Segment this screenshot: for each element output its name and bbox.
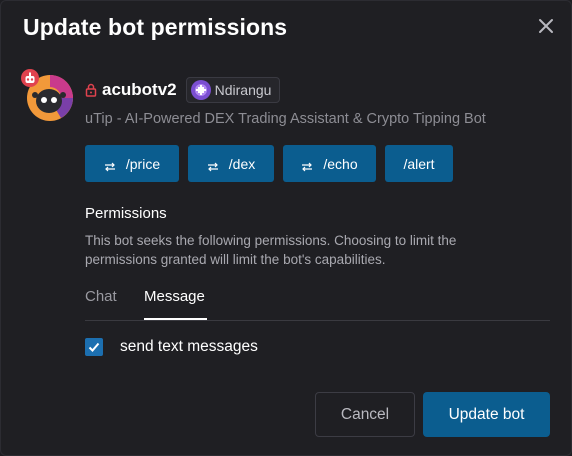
permission-tabs: Chat Message <box>85 288 550 321</box>
command-price-button[interactable]: /price <box>85 145 179 182</box>
command-label: /price <box>125 155 161 172</box>
bot-avatar <box>21 69 73 121</box>
permission-item: send text messages <box>85 338 258 356</box>
permissions-heading: Permissions <box>85 205 167 222</box>
command-label: /dex <box>228 155 256 172</box>
update-bot-button[interactable]: Update bot <box>423 392 550 437</box>
lock-icon <box>85 83 97 97</box>
tab-chat[interactable]: Chat <box>85 288 117 305</box>
tab-message[interactable]: Message <box>144 288 207 320</box>
command-echo-button[interactable]: /echo <box>283 145 376 182</box>
checkmark-icon <box>88 342 100 352</box>
swap-arrows-icon <box>301 159 313 171</box>
bot-name: acubotv2 <box>102 80 177 99</box>
owner-avatar <box>190 80 211 100</box>
owner-name: Ndirangu <box>214 82 272 98</box>
cancel-button[interactable]: Cancel <box>315 392 415 437</box>
bot-commands: /price /dex /echo /alert <box>85 145 462 182</box>
command-label: /echo <box>323 155 358 172</box>
command-alert-button[interactable]: /alert <box>385 145 453 182</box>
swap-arrows-icon <box>207 159 219 171</box>
permissions-description: This bot seeks the following permissions… <box>85 233 457 267</box>
swap-arrows-icon <box>104 159 116 171</box>
bot-description: uTip - AI-Powered DEX Trading Assistant … <box>85 111 486 127</box>
command-dex-button[interactable]: /dex <box>188 145 274 182</box>
command-label: /alert <box>403 155 435 172</box>
bot-name-row: acubotv2 Ndirangu <box>85 76 281 104</box>
close-icon[interactable] <box>535 15 557 37</box>
update-bot-permissions-dialog: Update bot permissions acubotv2 Ndirangu… <box>0 0 572 456</box>
owner-chip[interactable]: Ndirangu <box>185 77 281 103</box>
permission-label: send text messages <box>120 338 258 355</box>
dialog-title: Update bot permissions <box>23 14 288 40</box>
send-text-messages-checkbox[interactable] <box>85 338 103 356</box>
